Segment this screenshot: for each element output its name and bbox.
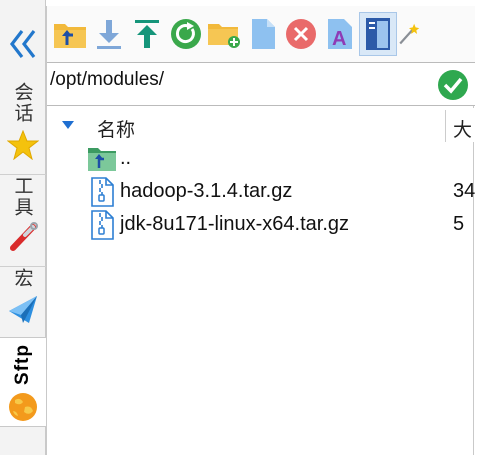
tab-sftp-label: Sftp (12, 344, 33, 385)
file-size: 34 (453, 180, 476, 202)
delete-button[interactable] (282, 12, 320, 56)
file-list-header: 名称 大 (47, 108, 475, 142)
table-row[interactable]: .. (47, 142, 475, 175)
toggle-panel-button[interactable] (359, 12, 397, 56)
delete-icon (286, 19, 316, 49)
rename-icon: A (327, 19, 352, 50)
upload-icon (135, 20, 159, 48)
column-divider[interactable] (445, 110, 446, 142)
panel-view-icon (366, 18, 390, 50)
svg-text:A: A (332, 28, 346, 50)
sftp-panel: A /opt/modules/ 名称 大 .. hadoop-3.1.4.tar… (46, 6, 475, 455)
magic-wand-button[interactable] (398, 12, 420, 56)
path-bar: /opt/modules/ (47, 62, 475, 106)
tab-macros[interactable]: 宏 (0, 268, 46, 336)
file-name: hadoop-3.1.4.tar.gz (120, 180, 293, 202)
tab-sessions[interactable]: 会话 (0, 82, 46, 172)
upload-button[interactable] (128, 12, 166, 56)
file-size: 5 (453, 213, 465, 235)
side-tab-strip: 会话 工具 宏 Sftp (0, 0, 46, 455)
table-row[interactable]: hadoop-3.1.4.tar.gz 34 (47, 175, 475, 208)
double-chevron-left-icon (9, 30, 36, 58)
refresh-button[interactable] (167, 12, 205, 56)
new-folder-button[interactable] (205, 12, 243, 56)
sort-down-icon[interactable] (61, 120, 75, 130)
file-name: .. (120, 147, 132, 169)
tab-tools[interactable]: 工具 (0, 176, 46, 264)
refresh-icon (170, 19, 201, 49)
column-header-name[interactable]: 名称 (97, 115, 135, 142)
download-button[interactable] (90, 12, 128, 56)
check-circle-icon[interactable] (437, 69, 469, 101)
tab-macros-label: 宏 (11, 268, 34, 289)
globe-icon (9, 392, 37, 421)
parent-folder-icon (88, 148, 116, 171)
wrench-icon (10, 222, 38, 251)
collapse-sidebar-button[interactable] (0, 18, 46, 70)
new-file-button[interactable] (244, 12, 282, 56)
file-list: .. hadoop-3.1.4.tar.gz 34 jdk-8u171-linu… (47, 142, 475, 241)
tab-tools-label: 工具 (11, 176, 34, 218)
tab-sessions-label: 会话 (11, 82, 34, 124)
tab-sftp[interactable]: Sftp (0, 337, 46, 427)
column-header-size[interactable]: 大 (453, 115, 472, 142)
download-icon (96, 20, 121, 49)
archive-file-icon (91, 210, 114, 240)
parent-folder-icon (54, 24, 86, 48)
go-parent-button[interactable] (51, 12, 89, 56)
paper-plane-icon (9, 296, 37, 323)
magic-wand-icon (398, 23, 419, 45)
toolbar: A (47, 6, 475, 62)
new-folder-icon (208, 24, 240, 48)
file-name: jdk-8u171-linux-x64.tar.gz (120, 213, 350, 235)
path-input[interactable]: /opt/modules/ (50, 69, 164, 91)
table-row[interactable]: jdk-8u171-linux-x64.tar.gz 5 (47, 208, 475, 241)
rename-button[interactable]: A (321, 12, 359, 56)
new-file-icon (251, 19, 275, 49)
archive-file-icon (91, 177, 114, 207)
star-icon (7, 130, 39, 160)
